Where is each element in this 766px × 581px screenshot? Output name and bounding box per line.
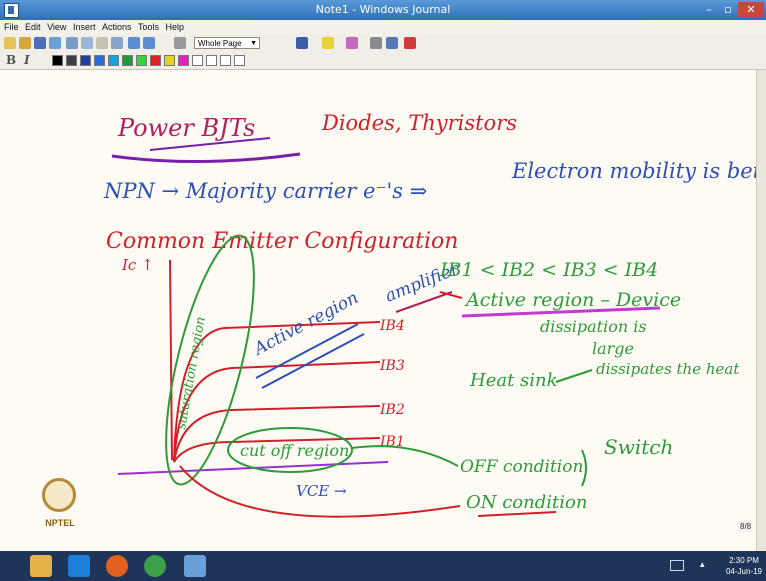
menu-edit[interactable]: Edit bbox=[25, 20, 41, 35]
maximize-button[interactable]: ▫ bbox=[719, 2, 737, 17]
ink-layer: Power BJTs Diodes, Thyristors NPN → Majo… bbox=[103, 111, 756, 518]
pen-icon[interactable] bbox=[66, 37, 78, 49]
redo-icon[interactable] bbox=[143, 37, 155, 49]
insert-space-icon[interactable] bbox=[96, 37, 108, 49]
cutoff-text: cut off region bbox=[240, 441, 349, 460]
page-view-value: Whole Page bbox=[198, 39, 242, 48]
menu-view[interactable]: View bbox=[47, 20, 66, 35]
npn-line-text: NPN → Majority carrier e⁻'s ⇒ bbox=[103, 179, 427, 203]
ib-order-text: IB1 < IB2 < IB3 < IB4 bbox=[439, 259, 658, 281]
insert-space-tool-icon[interactable] bbox=[386, 37, 398, 49]
standard-toolbar: Whole Page ▼ bbox=[0, 35, 766, 52]
ib4-label: IB4 bbox=[379, 318, 405, 334]
on-condition-text: ON condition bbox=[466, 492, 587, 513]
italic-button[interactable]: I bbox=[24, 53, 30, 67]
bold-button[interactable]: B bbox=[6, 53, 16, 67]
vce-label: VCE → bbox=[296, 482, 347, 500]
color-swatch[interactable] bbox=[80, 55, 91, 66]
ic-axis-label: Ic ↑ bbox=[121, 256, 154, 274]
empty-color-swatch[interactable] bbox=[206, 55, 217, 66]
color-swatch[interactable] bbox=[122, 55, 133, 66]
ib2-label: IB2 bbox=[379, 402, 405, 418]
off-condition-text: OFF condition bbox=[460, 457, 583, 477]
lasso-select-icon[interactable] bbox=[370, 37, 382, 49]
nptel-logo: NPTEL bbox=[36, 478, 84, 542]
y-axis-line bbox=[169, 259, 173, 461]
empty-color-swatch[interactable] bbox=[192, 55, 203, 66]
highlighter-icon[interactable] bbox=[322, 37, 334, 49]
mobility-text: Electron mobility is better bbox=[511, 159, 756, 183]
dissipates-text: dissipates the heat bbox=[596, 360, 740, 378]
color-swatch[interactable] bbox=[136, 55, 147, 66]
menu-insert[interactable]: Insert bbox=[73, 20, 96, 35]
large-text: large bbox=[592, 339, 634, 358]
find-icon[interactable] bbox=[49, 37, 61, 49]
page-view-select[interactable]: Whole Page ▼ bbox=[194, 37, 260, 49]
color-swatch[interactable] bbox=[94, 55, 105, 66]
nptel-logo-text: NPTEL bbox=[45, 518, 75, 528]
file-explorer-icon[interactable] bbox=[30, 555, 52, 577]
menu-tools[interactable]: Tools bbox=[138, 20, 159, 35]
clock-time: 2:30 PM bbox=[729, 556, 759, 565]
color-swatch[interactable] bbox=[164, 55, 175, 66]
menu-bar: File Edit View Insert Actions Tools Help bbox=[0, 20, 766, 35]
heading-extra-text: Diodes, Thyristors bbox=[321, 111, 517, 135]
eraser-icon[interactable] bbox=[346, 37, 358, 49]
dissipation-text: dissipation is bbox=[540, 317, 647, 336]
menu-actions[interactable]: Actions bbox=[102, 20, 132, 35]
color-swatch[interactable] bbox=[178, 55, 189, 66]
color-swatch[interactable] bbox=[150, 55, 161, 66]
firefox-icon[interactable] bbox=[106, 555, 128, 577]
internet-explorer-icon[interactable] bbox=[68, 555, 90, 577]
taskbar: ▴ 2:30 PM 04-Jun-19 bbox=[0, 551, 766, 581]
journal-page[interactable]: Power BJTs Diodes, Thyristors NPN → Majo… bbox=[0, 70, 766, 551]
minimize-button[interactable]: – bbox=[700, 2, 718, 17]
undo-icon[interactable] bbox=[128, 37, 140, 49]
config-text: Common Emitter Configuration bbox=[106, 229, 458, 254]
clock-date: 04-Jun-19 bbox=[725, 567, 763, 576]
chevron-down-icon: ▼ bbox=[250, 40, 257, 47]
heatsink-text: Heat sink bbox=[469, 370, 558, 391]
heading-text: Power BJTs bbox=[117, 114, 255, 142]
new-note-icon[interactable] bbox=[4, 37, 16, 49]
heatsink-arrow bbox=[555, 369, 593, 383]
view-page-icon[interactable] bbox=[111, 37, 123, 49]
pen-tool-icon[interactable] bbox=[296, 37, 308, 49]
open-folder-icon[interactable] bbox=[19, 37, 31, 49]
page-indicator: 8/8 bbox=[738, 521, 754, 532]
title-bar: Note1 - Windows Journal – ▫ ✕ bbox=[0, 0, 766, 20]
menu-help[interactable]: Help bbox=[166, 20, 185, 35]
heading-underline bbox=[111, 152, 301, 164]
window-title: Note1 - Windows Journal bbox=[315, 3, 451, 16]
chrome-icon[interactable] bbox=[144, 555, 166, 577]
system-clock[interactable]: 2:30 PM 04-Jun-19 bbox=[724, 555, 764, 577]
vertical-scrollbar[interactable] bbox=[756, 70, 766, 551]
switch-text: Switch bbox=[604, 435, 673, 459]
color-swatch[interactable] bbox=[66, 55, 77, 66]
empty-color-swatch[interactable] bbox=[234, 55, 245, 66]
zoom-icon[interactable] bbox=[174, 37, 186, 49]
keyboard-icon[interactable] bbox=[670, 560, 684, 571]
close-button[interactable]: ✕ bbox=[738, 2, 764, 17]
color-swatch[interactable] bbox=[52, 55, 63, 66]
saturation-text: saturation region bbox=[174, 316, 209, 431]
format-toolbar: B I bbox=[0, 52, 766, 70]
save-icon[interactable] bbox=[34, 37, 46, 49]
color-swatch[interactable] bbox=[108, 55, 119, 66]
tray-chevron-icon[interactable]: ▴ bbox=[700, 559, 705, 570]
selection-icon[interactable] bbox=[81, 37, 93, 49]
nptel-emblem-icon bbox=[42, 478, 76, 512]
menu-file[interactable]: File bbox=[4, 20, 19, 35]
empty-color-swatch[interactable] bbox=[220, 55, 231, 66]
flag-icon[interactable] bbox=[404, 37, 416, 49]
windows-journal-taskbar-icon[interactable] bbox=[184, 555, 206, 577]
ib3-label: IB3 bbox=[379, 358, 405, 374]
